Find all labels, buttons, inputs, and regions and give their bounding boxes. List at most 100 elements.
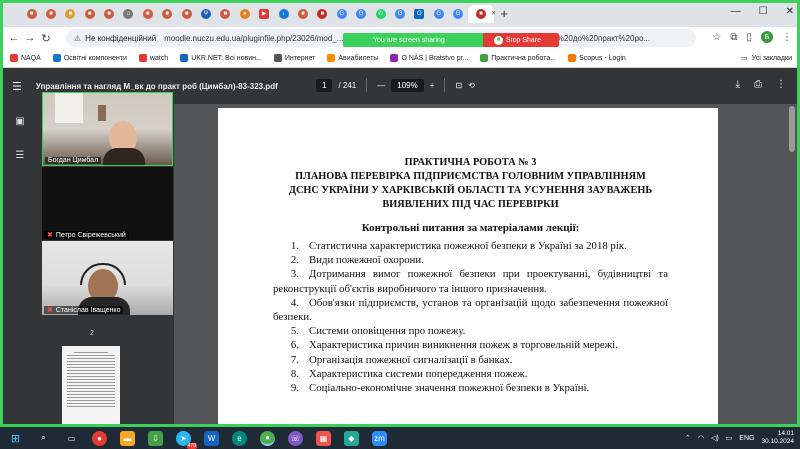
outline-icon[interactable]: ☰ bbox=[14, 150, 26, 162]
star-icon[interactable]: ☆ bbox=[712, 32, 721, 43]
viber-icon[interactable]: ☏ bbox=[288, 430, 303, 446]
zoom-in-icon[interactable]: + bbox=[430, 81, 435, 90]
bookmark[interactable]: Scopus - Login bbox=[568, 54, 626, 62]
file-explorer-icon[interactable]: ▬ bbox=[120, 430, 135, 446]
language-indicator[interactable]: ENG bbox=[739, 435, 754, 442]
maximize-icon[interactable]: ☐ bbox=[759, 6, 768, 17]
download-icon[interactable]: ⤓ bbox=[736, 79, 740, 90]
download-manager-icon[interactable]: ⇩ bbox=[148, 430, 163, 446]
browser-tab[interactable]: ■ bbox=[313, 5, 332, 23]
avatar[interactable]: Б bbox=[761, 31, 773, 43]
browser-tab[interactable]: ▶ bbox=[255, 5, 274, 23]
word-icon[interactable]: W bbox=[204, 430, 219, 446]
browser-tab[interactable]: ■ bbox=[22, 5, 41, 23]
browser-tab[interactable]: ■ bbox=[177, 5, 196, 23]
windows-start-icon[interactable]: ⊞ bbox=[8, 431, 23, 446]
page-number-input[interactable]: 1 bbox=[316, 78, 333, 92]
task-view-icon[interactable]: ▭ bbox=[64, 431, 79, 446]
edge-icon[interactable]: e bbox=[232, 430, 247, 446]
browser-tab[interactable]: ■ bbox=[138, 5, 157, 23]
clock[interactable]: 14:01 30.10.2024 bbox=[761, 430, 794, 446]
bookmark[interactable]: NAQA bbox=[10, 54, 41, 62]
doc-icon: ■ bbox=[104, 8, 115, 19]
browser-tab[interactable]: G bbox=[449, 5, 468, 23]
zoom-icon[interactable]: zm bbox=[372, 430, 387, 446]
telegram-icon[interactable]: ➤ 478 bbox=[176, 430, 197, 449]
extensions-icon[interactable]: ⧉ bbox=[730, 32, 737, 43]
chrome-active-icon[interactable]: ● bbox=[260, 430, 275, 446]
stop-share-button[interactable]: ■ Stop Share bbox=[483, 33, 560, 47]
browser-tab[interactable]: ■ bbox=[100, 5, 119, 23]
bookmark-icon bbox=[480, 54, 489, 62]
browser-tab[interactable]: ■ bbox=[41, 5, 60, 23]
bookmark[interactable]: Авиабилеты bbox=[327, 54, 378, 62]
google-icon: G bbox=[453, 8, 464, 19]
minimize-icon[interactable]: — bbox=[731, 6, 741, 17]
video-tile[interactable]: ✖ Петро Свірежевський bbox=[42, 167, 173, 240]
video-tile[interactable]: Богдан Цимбал bbox=[42, 92, 173, 166]
browser-tab[interactable]: ■ bbox=[216, 5, 235, 23]
scrollbar[interactable] bbox=[789, 106, 795, 152]
more-icon[interactable]: ⋮ bbox=[776, 79, 786, 90]
forward-icon[interactable]: → bbox=[22, 32, 38, 44]
browser-tab[interactable]: ● bbox=[235, 5, 254, 23]
browser-tab[interactable]: Ψ bbox=[197, 5, 216, 23]
browser-tab[interactable]: O bbox=[410, 5, 429, 23]
bookmark[interactable]: Интернет bbox=[273, 54, 315, 62]
zoom-out-icon[interactable]: — bbox=[377, 81, 385, 90]
browser-tab[interactable]: G bbox=[352, 5, 371, 23]
page-thumbnail[interactable] bbox=[62, 346, 120, 424]
browser-tab[interactable]: ■ bbox=[61, 5, 80, 23]
bookmark-icon bbox=[52, 54, 61, 62]
telegram-badge: 478 bbox=[186, 442, 197, 449]
browser-tab[interactable]: ■ bbox=[158, 5, 177, 23]
wall-picture bbox=[98, 105, 106, 121]
sidepanel-icon[interactable]: ▯ bbox=[746, 32, 752, 43]
bookmark[interactable]: watch bbox=[138, 54, 168, 62]
search-icon[interactable]: ⌕ bbox=[36, 431, 51, 446]
browser-tab[interactable]: ↓ bbox=[274, 5, 293, 23]
reload-icon[interactable]: ↻ bbox=[38, 32, 54, 45]
battery-icon[interactable]: ▭ bbox=[726, 434, 733, 442]
insecure-label[interactable]: Не конфіденційний bbox=[85, 34, 156, 43]
thumbnail-icon[interactable]: ▣ bbox=[14, 116, 26, 128]
close-window-icon[interactable]: ✕ bbox=[786, 6, 794, 17]
doc-heading-line: ДСНС УКРАЇНИ У ХАРКІВСЬКІЙ ОБЛАСТІ ТА УС… bbox=[288, 185, 653, 196]
all-bookmarks[interactable]: ▭ Усі закладки bbox=[741, 54, 792, 63]
menu-dots-icon[interactable]: ⋮ bbox=[782, 32, 792, 43]
doc-icon: ■ bbox=[297, 8, 308, 19]
chevron-up-icon[interactable]: ⌃ bbox=[685, 434, 691, 442]
rotate-icon[interactable]: ⟲ bbox=[468, 81, 475, 90]
bookmark[interactable]: Освітні компоненти bbox=[52, 54, 127, 62]
pdf-page-controls: 1 / 241 — 109% + ⊡ ⟲ bbox=[316, 78, 475, 92]
bookmark[interactable]: UKR.NET: Всі новин... bbox=[180, 54, 262, 62]
vpn-icon[interactable]: ◆ bbox=[344, 430, 359, 446]
close-icon[interactable]: ✕ bbox=[491, 10, 496, 17]
browser-tab[interactable]: ⌂ bbox=[119, 5, 138, 23]
page-total: / 241 bbox=[338, 80, 357, 90]
print-icon[interactable]: ⎙ bbox=[754, 79, 762, 90]
browser-tab[interactable]: ■ bbox=[293, 5, 312, 23]
browser-tab[interactable]: ■ bbox=[80, 5, 99, 23]
wifi-icon[interactable]: ◠ bbox=[698, 434, 704, 442]
new-tab-button[interactable]: + bbox=[500, 6, 508, 21]
browser-tab-active[interactable]: ■ ✕ bbox=[467, 4, 496, 23]
bookmark[interactable]: О NÀS | Bratstvo pr... bbox=[390, 54, 468, 62]
fit-page-icon[interactable]: ⊡ bbox=[455, 81, 462, 90]
bookmark[interactable]: Практична робота... bbox=[480, 54, 556, 62]
back-icon[interactable]: ← bbox=[6, 32, 22, 44]
browser-tab[interactable]: G bbox=[332, 5, 351, 23]
browser-tab[interactable]: G bbox=[390, 5, 409, 23]
pdf-viewport[interactable]: ПРАКТИЧНА РОБОТА № 3 ПЛАНОВА ПЕРЕВІРКА П… bbox=[174, 104, 800, 427]
video-tile[interactable]: ✖ Станіслав Іващенко bbox=[42, 241, 173, 315]
hamburger-menu-icon[interactable]: ☰ bbox=[12, 80, 22, 93]
browser-tab[interactable]: G bbox=[429, 5, 448, 23]
chrome-icon[interactable]: ● bbox=[92, 430, 107, 446]
pdf-toolbar-right: ⤓ ⎙ ⋮ bbox=[736, 79, 786, 90]
app-icon[interactable]: ▦ bbox=[316, 430, 331, 446]
url-text[interactable]: moodle.nuczu.edu.ua/pluginfile.php/23026… bbox=[164, 34, 343, 43]
warning-icon[interactable]: ⚠ bbox=[74, 34, 81, 43]
zoom-input[interactable]: 109% bbox=[391, 78, 424, 92]
speaker-icon[interactable]: ◁) bbox=[711, 434, 719, 442]
browser-tab[interactable]: ✆ bbox=[371, 5, 390, 23]
